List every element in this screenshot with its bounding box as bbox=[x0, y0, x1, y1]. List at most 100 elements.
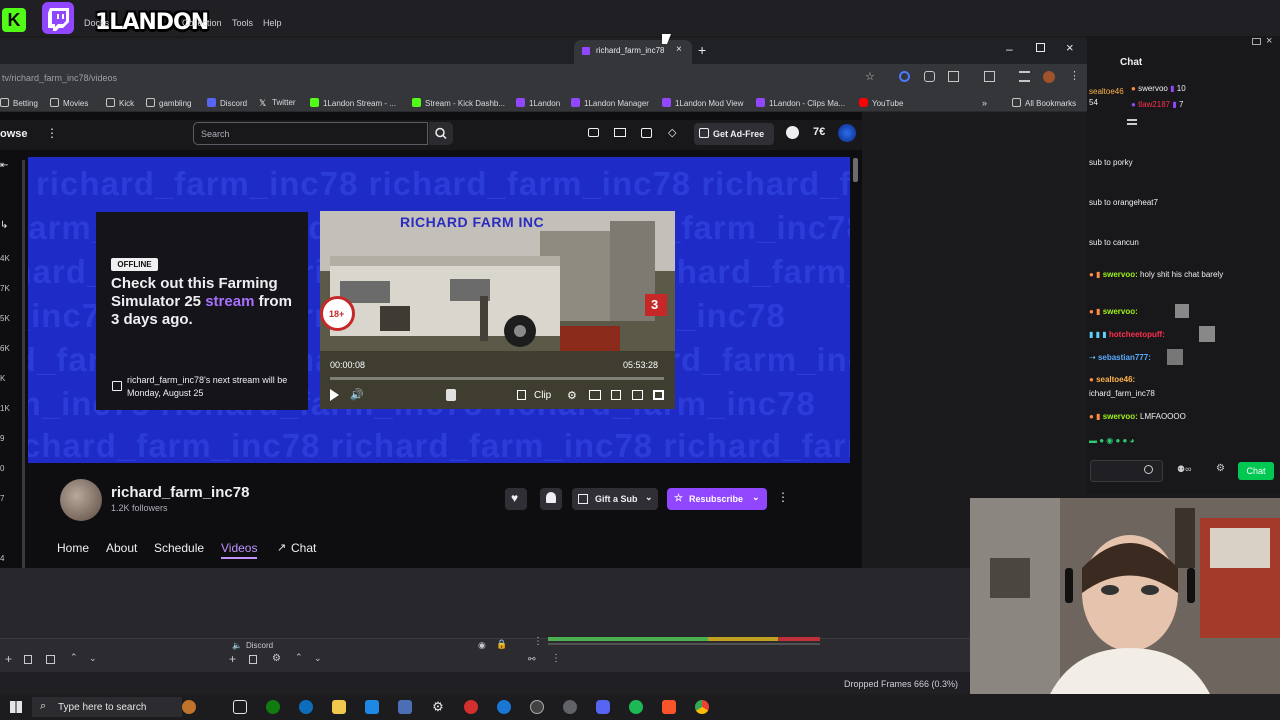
sidebar-arrow-icon[interactable]: ↳ bbox=[0, 220, 8, 231]
move-up-icon[interactable]: ⌃ bbox=[295, 652, 303, 663]
volume-icon[interactable]: 🔊 bbox=[350, 388, 364, 401]
prime-loot-icon[interactable] bbox=[588, 128, 599, 137]
bits-icon[interactable]: ⚉∞ bbox=[1177, 464, 1191, 475]
notifications-icon[interactable] bbox=[786, 126, 799, 139]
rewind-icon[interactable] bbox=[611, 390, 621, 400]
move-down-icon[interactable]: ⌄ bbox=[89, 653, 97, 664]
search-button[interactable] bbox=[429, 122, 453, 145]
menu-collection[interactable]: Collection bbox=[182, 18, 222, 28]
move-down-icon[interactable]: ⌄ bbox=[314, 653, 322, 664]
bookmark-twitter[interactable]: 𝕏 Twitter bbox=[259, 98, 296, 108]
tab-about[interactable]: About bbox=[106, 541, 137, 555]
resubscribe-button[interactable]: ☆ Resubscribe ⌄ bbox=[667, 488, 767, 510]
get-ad-free-button[interactable]: Get Ad-Free bbox=[694, 123, 774, 145]
extension-icon[interactable] bbox=[924, 71, 935, 82]
new-tab-icon[interactable]: + bbox=[698, 42, 706, 58]
menu-tools[interactable]: Tools bbox=[232, 18, 253, 28]
user-avatar[interactable] bbox=[838, 124, 856, 142]
clip-button[interactable]: Clip bbox=[513, 388, 555, 404]
more-options-icon[interactable]: ⋮ bbox=[777, 490, 789, 504]
bookmark-kick-dashboard[interactable]: Stream - Kick Dashb... bbox=[412, 98, 505, 108]
calculator-icon[interactable] bbox=[398, 700, 412, 714]
inbox-icon[interactable] bbox=[614, 128, 626, 137]
record-app-icon[interactable] bbox=[464, 700, 478, 714]
bookmark-youtube[interactable]: YouTube bbox=[859, 98, 903, 108]
store-icon[interactable] bbox=[365, 700, 379, 714]
windows-start-icon[interactable] bbox=[10, 701, 22, 713]
app-icon[interactable] bbox=[497, 700, 511, 714]
collapse-sidebar-icon[interactable]: ⇤ bbox=[0, 160, 8, 171]
window-close-icon[interactable]: × bbox=[1066, 40, 1074, 55]
add-scene-icon[interactable]: + bbox=[5, 652, 12, 666]
add-source-icon[interactable]: + bbox=[229, 652, 236, 666]
fullscreen-icon[interactable] bbox=[653, 390, 664, 400]
tab-schedule[interactable]: Schedule bbox=[154, 541, 204, 555]
bits-icon[interactable]: ◇ bbox=[668, 126, 676, 139]
bookmark-1landon-manager[interactable]: 1Landon Manager bbox=[571, 98, 649, 108]
bookmark-kick[interactable]: Kick bbox=[106, 98, 134, 108]
tab-close-icon[interactable]: × bbox=[676, 44, 682, 55]
address-bar[interactable]: tv/richard_farm_inc78/videos bbox=[2, 73, 117, 83]
cast-icon[interactable] bbox=[984, 71, 995, 82]
browser-tab-active[interactable]: richard_farm_inc78 × bbox=[574, 40, 692, 64]
theatre-mode-icon[interactable] bbox=[589, 390, 601, 400]
obs-icon[interactable] bbox=[530, 700, 544, 714]
bookmark-gambling[interactable]: gambling bbox=[146, 98, 191, 108]
maximize-icon[interactable] bbox=[1036, 43, 1045, 52]
bookmark-movies[interactable]: Movies bbox=[50, 98, 88, 108]
bookmark-1landon-clips[interactable]: 1Landon - Clips Ma... bbox=[756, 98, 845, 108]
kebab-menu-icon[interactable]: ⋮ bbox=[1069, 69, 1080, 82]
menu-help[interactable]: Help bbox=[263, 18, 282, 28]
expand-icon[interactable] bbox=[1127, 119, 1137, 125]
task-view-icon[interactable] bbox=[233, 700, 247, 714]
settings-gear-icon[interactable]: ⚙ bbox=[431, 700, 445, 714]
more-menu-icon[interactable]: ⋮ bbox=[46, 126, 58, 140]
chat-popout-icon[interactable] bbox=[1252, 38, 1261, 45]
menu-docks[interactable]: Docks bbox=[84, 18, 109, 28]
gift-a-sub-button[interactable]: Gift a Sub ⌄ bbox=[572, 488, 658, 510]
sidebar-scrollbar[interactable] bbox=[22, 160, 25, 570]
extension-icon[interactable] bbox=[899, 71, 910, 82]
turbo-icon[interactable]: 7€ bbox=[813, 126, 825, 138]
channel-avatar[interactable] bbox=[60, 479, 102, 521]
bookmark-1landon[interactable]: 1Landon bbox=[516, 98, 560, 108]
chat-settings-icon[interactable]: ⚙ bbox=[1216, 463, 1225, 474]
bookmark-1landon-mod-view[interactable]: 1Landon Mod View bbox=[662, 98, 743, 108]
visibility-icon[interactable]: ◉ bbox=[478, 640, 486, 651]
browse-link[interactable]: owse bbox=[0, 128, 28, 140]
bookmark-discord[interactable]: Discord bbox=[207, 98, 247, 108]
minimize-icon[interactable]: – bbox=[1006, 42, 1013, 56]
steam-icon[interactable] bbox=[563, 700, 577, 714]
source-settings-icon[interactable]: ⚙ bbox=[272, 653, 281, 664]
bookmark-1landon-stream[interactable]: 1Landon Stream - ... bbox=[310, 98, 396, 108]
headline-stream-link[interactable]: stream bbox=[205, 293, 254, 310]
chrome-icon[interactable] bbox=[695, 700, 709, 714]
bookmarks-overflow-icon[interactable]: » bbox=[982, 98, 987, 108]
file-explorer-icon[interactable] bbox=[332, 700, 346, 714]
notifications-button[interactable] bbox=[540, 488, 562, 510]
discord-icon[interactable] bbox=[596, 700, 610, 714]
xbox-icon[interactable] bbox=[266, 700, 280, 714]
volume-slider-handle[interactable] bbox=[446, 389, 456, 401]
mixer-menu-icon[interactable]: ⋮ bbox=[551, 653, 561, 664]
whispers-icon[interactable] bbox=[641, 128, 652, 138]
twitch-search-input[interactable]: Search bbox=[193, 122, 428, 145]
channel-name[interactable]: richard_farm_inc78 bbox=[111, 484, 249, 501]
lock-icon[interactable]: 🔒 bbox=[496, 639, 507, 650]
emote-picker-icon[interactable] bbox=[1144, 465, 1153, 474]
move-up-icon[interactable]: ⌃ bbox=[70, 652, 78, 663]
seek-bar[interactable] bbox=[330, 377, 664, 380]
tab-videos[interactable]: Videos bbox=[221, 541, 258, 559]
mini-player-icon[interactable] bbox=[632, 390, 643, 400]
edge-icon[interactable] bbox=[299, 700, 313, 714]
tab-chat[interactable]: Chat bbox=[291, 541, 316, 555]
remove-scene-icon[interactable] bbox=[24, 655, 32, 664]
link-icon[interactable]: ⚯ bbox=[528, 654, 536, 665]
all-bookmarks[interactable]: All Bookmarks bbox=[1012, 98, 1076, 108]
filter-icon[interactable] bbox=[46, 655, 55, 664]
settings-gear-icon[interactable]: ⚙ bbox=[567, 389, 577, 402]
chat-send-button[interactable]: Chat bbox=[1238, 462, 1274, 480]
football-icon[interactable] bbox=[182, 700, 196, 714]
reading-list-icon[interactable] bbox=[1019, 71, 1030, 82]
extensions-puzzle-icon[interactable] bbox=[948, 71, 959, 82]
